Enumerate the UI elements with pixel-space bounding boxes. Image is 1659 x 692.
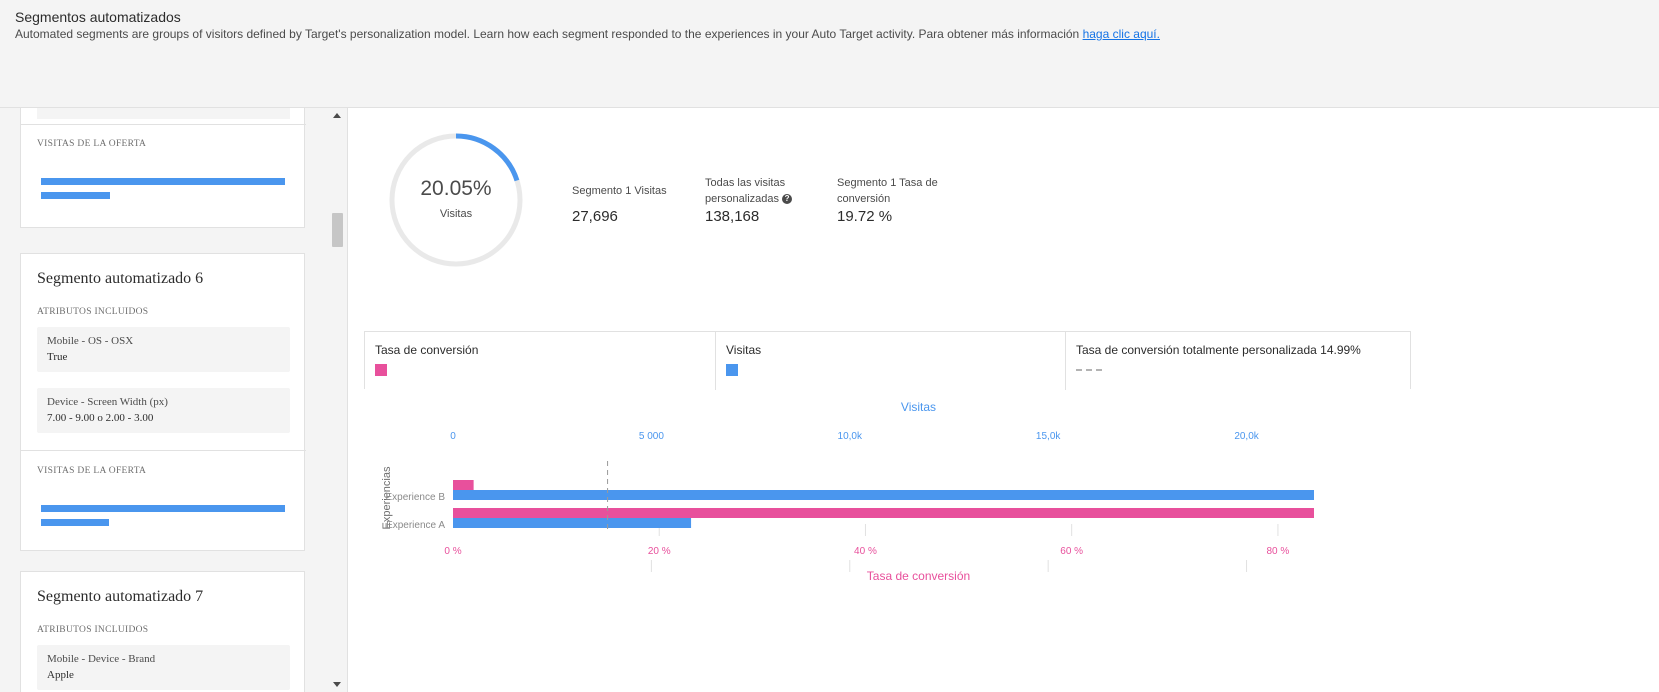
card-divider (21, 124, 306, 125)
legend-pink-swatch (375, 364, 387, 376)
top-axis-title: Visitas (901, 400, 936, 414)
legend-conversion[interactable]: Tasa de conversión (365, 332, 715, 390)
stat-segment-visits-value: 27,696 (572, 208, 618, 225)
description-text: Automated segments are groups of visitor… (15, 27, 1080, 41)
bottom-axis-tick-label: 60 % (1060, 546, 1083, 557)
info-icon[interactable]: ? (782, 194, 793, 205)
scroll-down-arrow-icon[interactable] (333, 682, 341, 687)
stat-all-visits-value: 138,168 (705, 208, 760, 225)
offer-visits-label: VISITAS DE LA OFERTA (37, 139, 147, 149)
attribute-value: True (47, 351, 68, 363)
learn-more-link[interactable]: haga clic aquí. (1083, 27, 1160, 41)
bottom-axis-tick-label: 20 % (648, 546, 671, 557)
category-label: Experience A (386, 520, 445, 531)
stat-conversion-value: 19.72 % (837, 208, 893, 225)
attribute-value: Apple (47, 669, 74, 681)
legend-conversion-label: Tasa de conversión (375, 343, 479, 357)
legend-dash-line (1076, 369, 1102, 371)
legend-full-personalized[interactable]: Tasa de conversión totalmente personaliz… (1065, 332, 1411, 390)
segment-card-7[interactable]: Segmento automatizado 7 ATRIBUTOS INCLUI… (20, 571, 305, 692)
attribute-name: Device - Screen Width (px) (47, 396, 168, 408)
segment-list-panel: VISITAS DE LA OFERTA Segmento automatiza… (0, 108, 347, 692)
segment-detail-panel: 20.05% Visitas Segmento 1 Visitas 27,696… (347, 108, 1659, 692)
legend-blue-swatch (726, 364, 738, 376)
bottom-axis-tick-label: 0 % (444, 546, 461, 557)
attribute-name: Mobile - Device - Brand (47, 653, 156, 665)
attribute-box: Mobile - OS - OSX True (37, 327, 290, 372)
conversion-bar (453, 480, 474, 490)
scroll-up-arrow-icon[interactable] (333, 113, 341, 118)
attribute-box-partial (37, 108, 290, 119)
segment-card-5[interactable]: VISITAS DE LA OFERTA (20, 108, 306, 228)
offer-visits-bar (41, 192, 110, 199)
category-label: Experience B (386, 492, 446, 503)
segment-title: Segmento automatizado 7 (37, 588, 204, 605)
legend-full-personalized-label: Tasa de conversión totalmente personaliz… (1076, 343, 1361, 357)
left-panel-scrollbar[interactable] (330, 108, 345, 692)
visits-bar (453, 490, 1314, 500)
top-axis-tick-label: 15,0k (1036, 431, 1061, 442)
top-axis-tick-label: 0 (450, 431, 456, 442)
legend-visits[interactable]: Visitas (715, 332, 1065, 390)
chart-legend: Tasa de conversión Visitas Tasa de conve… (364, 331, 1411, 390)
bottom-axis-tick-label: 80 % (1267, 546, 1290, 557)
conversion-bar (453, 508, 1314, 518)
bottom-axis-title: Tasa de conversión (867, 569, 970, 583)
segment-card-6[interactable]: Segmento automatizado 6 ATRIBUTOS INCLUI… (20, 253, 306, 551)
donut-label: Visitas (439, 208, 473, 220)
attribute-box: Mobile - Device - Brand Apple (37, 645, 290, 690)
attributes-label: ATRIBUTOS INCLUIDOS (37, 307, 149, 317)
stat-conversion-label: Segmento 1 Tasa de conversión (837, 177, 938, 205)
card-divider (21, 450, 306, 451)
bottom-axis-tick-label: 40 % (854, 546, 877, 557)
stat-all-visits-label: Todas las visitas personalizadas ? (705, 175, 805, 207)
attribute-name: Mobile - OS - OSX (47, 335, 134, 347)
offer-visits-label: VISITAS DE LA OFERTA (37, 466, 147, 476)
attributes-label: ATRIBUTOS INCLUIDOS (37, 625, 149, 635)
legend-visits-label: Visitas (726, 343, 762, 357)
stat-segment-visits-label: Segmento 1 Visitas (572, 185, 667, 197)
attribute-value: 7.00 - 9.00 o 2.00 - 3.00 (47, 412, 154, 424)
donut-percent: 20.05% (420, 177, 492, 200)
offer-visits-bar (41, 519, 109, 526)
offer-visits-bar (41, 178, 285, 185)
offer-visits-bar (41, 505, 285, 512)
stat-all-visits-label-text: Todas las visitas personalizadas (705, 177, 786, 205)
top-axis-tick-label: 10,0k (838, 431, 863, 442)
page-title: Segmentos automatizados (15, 9, 181, 25)
page-description: Automated segments are groups of visitor… (15, 27, 1160, 41)
top-axis-tick-label: 20,0k (1234, 431, 1259, 442)
visits-bar (453, 518, 692, 528)
scroll-thumb[interactable] (332, 213, 343, 247)
experience-bar-chart: Visitas 0 5 000 10,0k 15,0k 20,0k 0 % 20 % 40 % 6… (381, 400, 1314, 583)
page-header: Segmentos automatizados Automated segmen… (0, 0, 1659, 108)
attribute-box: Device - Screen Width (px) 7.00 - 9.00 o… (37, 388, 290, 433)
segment-title: Segmento automatizado 6 (37, 270, 204, 287)
top-axis-tick-label: 5 000 (639, 431, 664, 442)
